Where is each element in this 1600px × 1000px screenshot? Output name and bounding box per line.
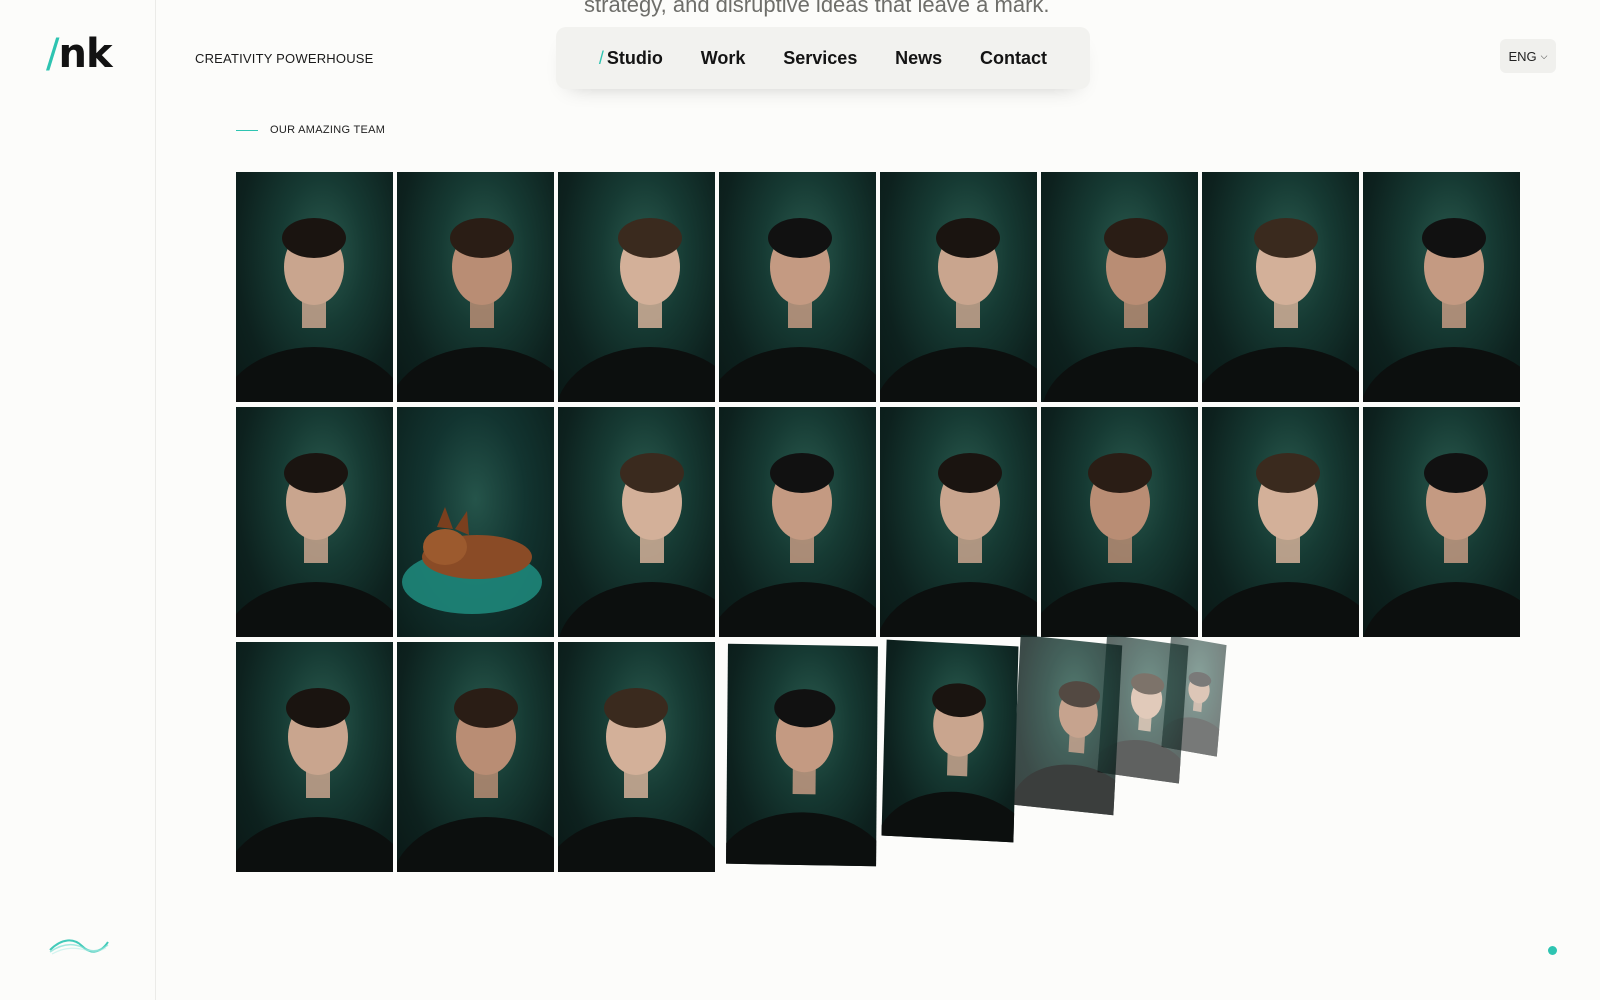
team-photo-woman-smiling[interactable] [558,407,715,637]
person-silhouette-icon [558,688,715,872]
person-silhouette-icon [397,688,554,872]
nav-work[interactable]: Work [701,48,746,69]
person-silhouette-icon [236,218,393,402]
team-photo-woman-long-hair-smiling[interactable] [397,642,554,872]
team-photo-woman-long-hair[interactable] [1041,172,1198,402]
person-silhouette-icon [719,218,876,402]
logo-link[interactable]: /nk [46,31,113,77]
person-silhouette-icon [881,683,1019,843]
team-photo-man-sunglasses[interactable] [397,172,554,402]
person-silhouette-icon [1041,453,1198,637]
person-silhouette-icon [1363,453,1520,637]
chevron-down-icon: ⌵ [1540,50,1548,61]
team-photo-man-stubble[interactable] [1363,407,1520,637]
nav-services[interactable]: Services [783,48,857,69]
person-silhouette-icon [1043,218,1198,402]
person-silhouette-icon [726,689,878,867]
team-photo-man-thumbs-up[interactable] [558,642,715,872]
team-section-label: OUR AMAZING TEAM [236,124,385,136]
nav-news[interactable]: News [895,48,942,69]
team-photo-man-dark-hair[interactable] [1202,407,1359,637]
team-photo-man-beard-short-hair[interactable] [236,642,393,872]
person-silhouette-icon [559,453,715,637]
person-silhouette-icon [880,218,1037,402]
team-photo-woman-glasses-curly-hair[interactable] [236,172,393,402]
main-nav: / Studio Work Services News Contact [556,27,1090,89]
team-photo-dog-on-cushion[interactable] [397,407,554,637]
team-photo-man-glasses-beard[interactable] [881,639,1019,843]
team-section-title: OUR AMAZING TEAM [270,124,386,136]
nav-studio-label: Studio [606,47,663,68]
cursor-dot-icon [1548,946,1557,955]
language-value: ENG [1508,48,1537,64]
person-silhouette-icon [236,688,393,872]
team-photo-man-smiling[interactable] [558,172,715,402]
team-photo-man-serious[interactable] [726,643,878,867]
team-grid [236,172,1520,872]
person-silhouette-icon [397,218,554,402]
team-photo-man-beard-dark-hair[interactable] [1363,172,1520,402]
tagline: CREATIVITY POWERHOUSE [195,51,374,66]
logo-slash: / [46,31,60,77]
team-photo-man-smiling-short-hair[interactable] [880,172,1037,402]
team-photo-man-beanie[interactable] [1011,634,1123,816]
person-silhouette-icon [1011,681,1123,816]
person-silhouette-icon [1363,218,1520,402]
nav-studio[interactable]: / Studio [599,48,663,69]
nav-active-indicator: / [598,47,604,68]
nav-contact[interactable]: Contact [980,48,1047,69]
person-silhouette-icon [880,453,1037,637]
team-photo-man-hoodie[interactable] [880,407,1037,637]
person-silhouette-icon [558,218,715,402]
team-photo-man-beard[interactable] [719,172,876,402]
person-silhouette-icon [236,453,393,637]
team-photo-bald-man[interactable] [1041,407,1198,637]
section-label-line [236,129,258,131]
dog-silhouette-icon [402,507,542,614]
hero-text-line: strategy, and disruptive ideas that leav… [584,0,1050,17]
person-silhouette-icon [1202,453,1359,637]
team-photo-young-man[interactable] [236,407,393,637]
wave-logo-icon [49,939,109,955]
language-selector[interactable]: ENG ⌵ [1500,39,1556,73]
team-photo-man-glasses[interactable] [1202,172,1359,402]
person-silhouette-icon [1202,218,1359,402]
logo-text: nk [58,31,112,77]
team-photo-woman-curly-updo[interactable] [719,407,876,637]
left-rail: /nk [0,0,156,1000]
person-silhouette-icon [719,453,876,637]
